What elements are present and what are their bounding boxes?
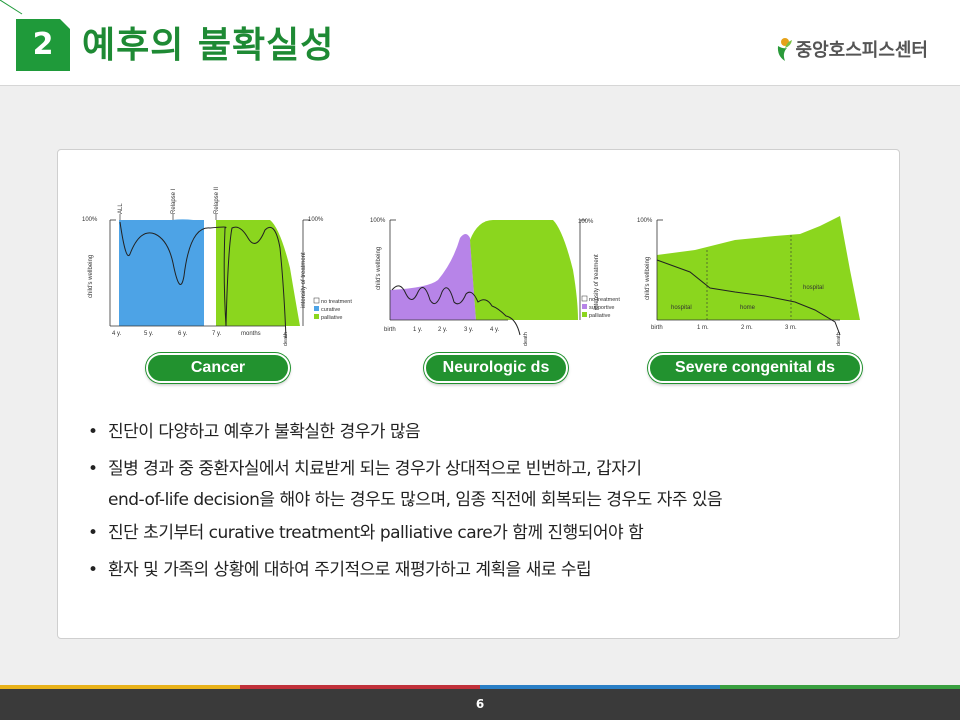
legend-no-treatment: no treatment [321, 299, 352, 305]
tick-label: 1 m. [697, 325, 709, 331]
congenital-trajectory-chart: 100% child's wellbeing hospital home hos… [637, 216, 860, 346]
logo-leaf-icon [777, 38, 792, 61]
legend-no-treatment: no treatment [589, 297, 620, 303]
tick-label: 1 y. [413, 327, 423, 333]
slide-header: 2 예후의 불확실성 중앙호스피스센터 [0, 0, 960, 86]
page-number: 6 [475, 697, 485, 711]
y-max-left: 100% [82, 217, 98, 223]
y-axis-label-left: child's wellbeing [376, 247, 382, 290]
region-label-home: home [740, 305, 756, 311]
legend-palliative: palliative [589, 313, 610, 319]
neurologic-trajectory-chart: 100% 100% child's wellbeing intensity of… [370, 218, 620, 346]
y-max-left: 100% [370, 218, 386, 224]
region-label-hospital: hospital [671, 305, 692, 311]
badge-notch [60, 19, 70, 29]
tick-label: 3 m. [785, 325, 797, 331]
legend-curative: curative [321, 307, 340, 313]
y-axis-label-left: child's wellbeing [645, 257, 651, 300]
tick-label: 4 y. [490, 327, 500, 333]
cancer-trajectory-chart: ALL Relapse I Relapse II 100% 100% child… [82, 187, 352, 346]
tick-label: 2 y. [438, 327, 448, 333]
tick-label: 2 m. [741, 325, 753, 331]
bullet-item: 환자 및 가족의 상황에 대하여 주기적으로 재평가하고 계획을 새로 수립 [86, 555, 886, 586]
y-axis-label-right: intensity of treatment [301, 252, 307, 308]
logo-text: 중앙호스피스센터 [795, 40, 928, 61]
curative-region-1 [119, 220, 172, 326]
page-title: 예후의 불확실성 [82, 25, 335, 66]
bullet-line-2: end-of-life decision을 해야 하는 경우도 많으며, 임종 … [108, 490, 723, 510]
tick-label: 6 y. [178, 331, 188, 337]
death-label: death [523, 332, 529, 346]
death-label: death [283, 332, 289, 346]
y-max-right: 100% [308, 217, 324, 223]
bullet-item: 질병 경과 중 중환자실에서 치료받게 되는 경우가 상대적으로 빈번하고, 갑… [86, 454, 886, 516]
bullet-list: 진단이 다양하고 예후가 불확실한 경우가 많음 질병 경과 중 중환자실에서 … [86, 417, 886, 592]
chart-legend: no treatment supportive palliative [581, 295, 620, 319]
chart-legend: no treatment curative palliative [313, 297, 352, 321]
neurologic-label-pill: Neurologic ds [424, 353, 568, 383]
cancer-label-pill: Cancer [146, 353, 290, 383]
tick-label: months [241, 331, 261, 337]
death-label: death [836, 332, 842, 346]
curative-region-hump [172, 219, 204, 326]
no-treatment-gap [204, 220, 216, 326]
tick-label: birth [384, 327, 396, 333]
tick-label: 7 y. [212, 331, 222, 337]
y-axis-label-left: child's wellbeing [88, 255, 94, 298]
legend-supportive: supportive [589, 305, 614, 311]
y-max-left: 100% [637, 218, 653, 224]
tick-label: 5 y. [144, 331, 154, 337]
tick-label: 4 y. [112, 331, 122, 337]
event-label-all: ALL [118, 203, 124, 214]
bullet-item: 진단 초기부터 curative treatment와 palliative c… [86, 518, 886, 549]
event-markers: ALL Relapse I Relapse II [118, 187, 220, 220]
bullet-item: 진단이 다양하고 예후가 불확실한 경우가 많음 [86, 417, 886, 448]
organization-logo: 중앙호스피스센터 [775, 36, 928, 62]
palliative-region [470, 220, 578, 320]
congenital-label-pill: Severe congenital ds [648, 353, 862, 383]
legend-palliative: palliative [321, 315, 342, 321]
tick-label: 3 y. [464, 327, 474, 333]
corner-accent-line [0, 0, 23, 15]
footer-bar: 6 [0, 689, 960, 720]
region-label-hospital-2: hospital [803, 285, 824, 291]
palliative-region [216, 220, 300, 326]
event-label-relapse-2: Relapse II [214, 187, 220, 214]
event-label-relapse-1: Relapse I [171, 188, 177, 214]
supportive-region [390, 234, 476, 320]
bullet-line-1: 질병 경과 중 중환자실에서 치료받게 되는 경우가 상대적으로 빈번하고, 갑… [108, 459, 642, 479]
tick-label: birth [651, 325, 663, 331]
